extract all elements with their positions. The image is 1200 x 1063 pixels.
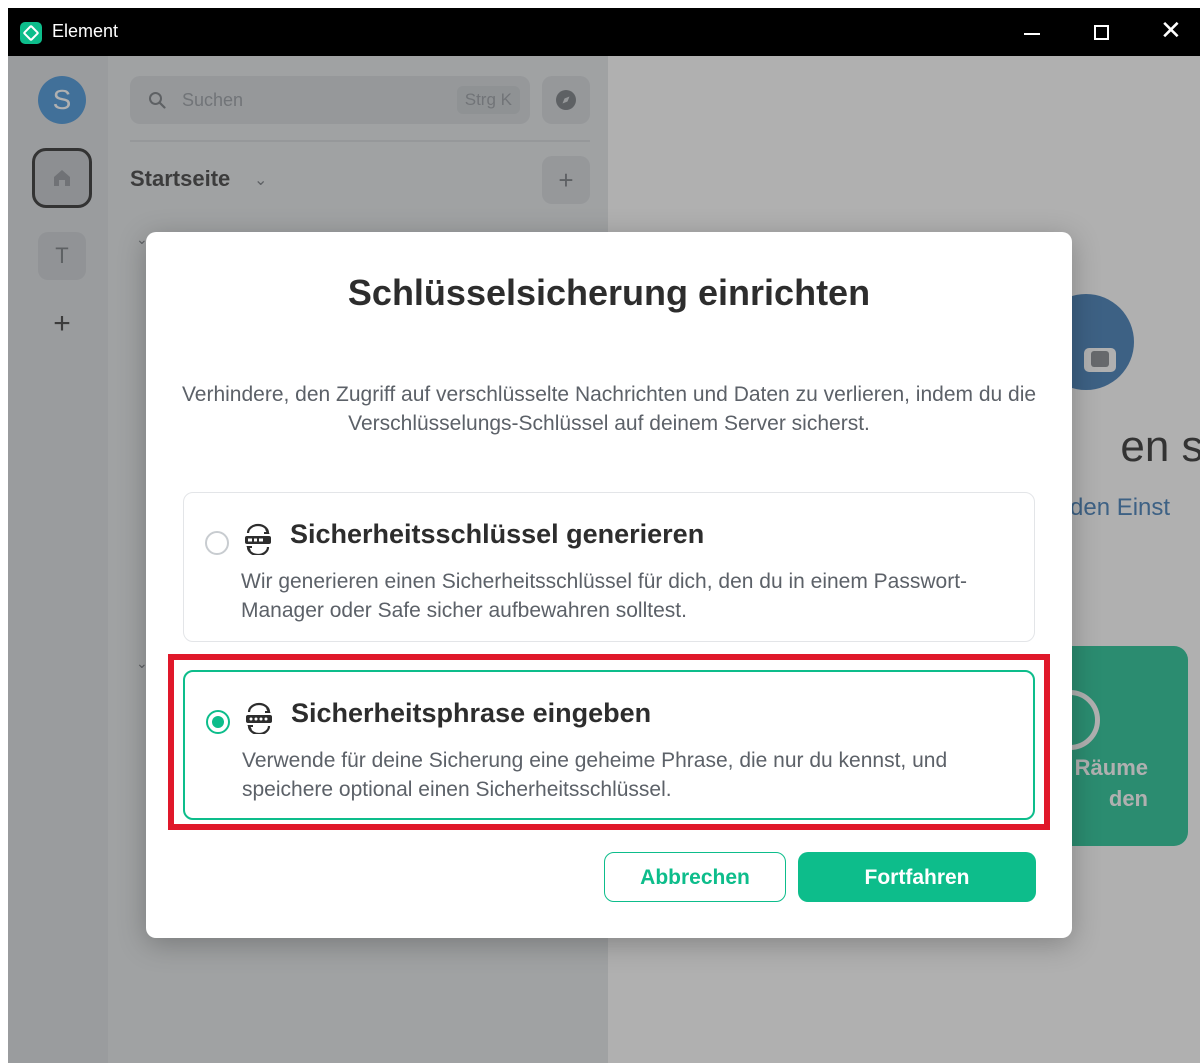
- password-icon: [246, 702, 272, 734]
- option-enter-phrase[interactable]: Sicherheitsphrase eingeben Verwende für …: [183, 670, 1035, 820]
- continue-button[interactable]: Fortfahren: [798, 852, 1036, 902]
- minimize-icon: [1024, 33, 1040, 35]
- option-generate-key[interactable]: Sicherheitsschlüssel generieren Wir gene…: [183, 492, 1035, 642]
- title-bar: Element ✕: [8, 8, 1200, 56]
- maximize-icon: [1094, 25, 1109, 40]
- option-description: Wir generieren einen Sicherheitsschlüsse…: [241, 570, 968, 622]
- element-logo-icon: [20, 22, 42, 44]
- radio-enter-phrase[interactable]: [206, 710, 230, 734]
- option-description: Verwende für deine Sicherung eine geheim…: [242, 749, 948, 801]
- app-title: Element: [52, 21, 119, 41]
- close-window-button[interactable]: ✕: [1140, 8, 1200, 56]
- radio-generate-key[interactable]: [205, 531, 229, 555]
- option-title: Sicherheitsschlüssel generieren: [290, 519, 705, 549]
- close-icon: ✕: [1160, 16, 1182, 46]
- dialog-title: Schlüsselsicherung einrichten: [347, 272, 871, 313]
- key-icon: [245, 523, 271, 555]
- key-backup-dialog: Schlüsselsicherung einrichten Verhindere…: [146, 232, 1072, 938]
- dialog-description: Verhindere, den Zugriff auf verschlüssel…: [181, 383, 1037, 435]
- cancel-button[interactable]: Abbrechen: [604, 852, 786, 902]
- minimize-button[interactable]: [1002, 8, 1062, 56]
- maximize-button[interactable]: [1072, 8, 1132, 56]
- option-title: Sicherheitsphrase eingeben: [291, 698, 652, 728]
